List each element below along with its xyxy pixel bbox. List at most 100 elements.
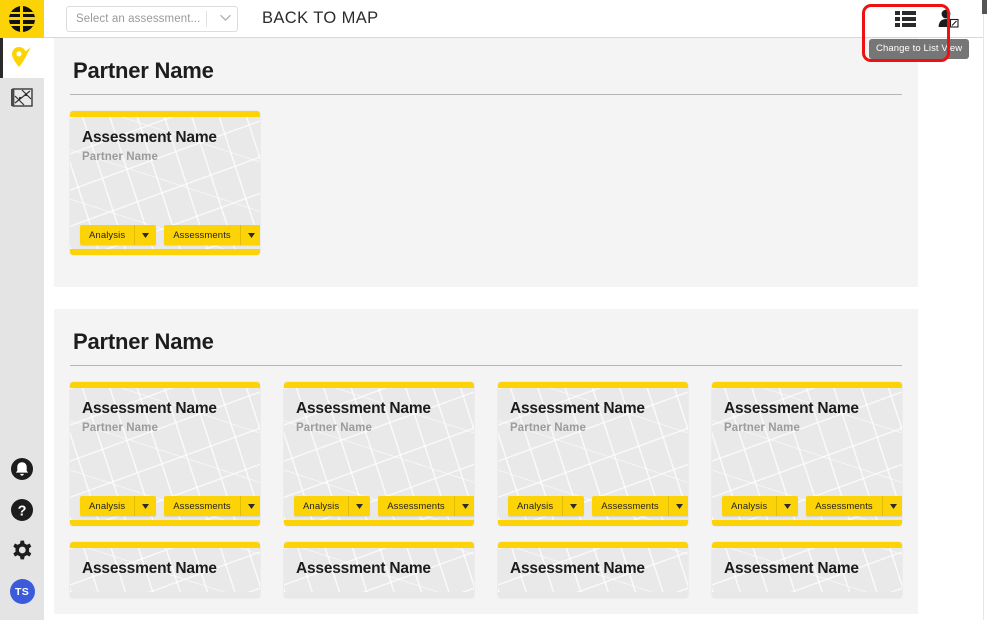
page-title: Partner Name	[73, 58, 214, 83]
sidebar-item-notifications[interactable]	[0, 448, 44, 489]
app-logo[interactable]	[0, 0, 44, 38]
gear-icon	[13, 540, 32, 559]
card-title: Assessment Name	[296, 400, 431, 417]
svg-text:?: ?	[18, 503, 27, 519]
analysis-label: Analysis	[517, 500, 554, 512]
analysis-label: Analysis	[731, 500, 768, 512]
card-actions: Analysis Assessments	[80, 225, 260, 245]
card-bottom-accent	[70, 249, 260, 255]
map-pin-icon	[12, 47, 31, 67]
card-title: Assessment Name	[82, 129, 217, 146]
card-body: Assessment Name	[70, 548, 260, 592]
card-body: Assessment Name	[284, 548, 474, 592]
list-view-icon[interactable]	[893, 8, 919, 30]
assessments-label: Assessments	[815, 500, 873, 512]
analysis-dropdown-button[interactable]: Analysis	[722, 496, 799, 516]
card-subtitle: Partner Name	[724, 422, 800, 435]
card-bottom-accent	[498, 520, 688, 526]
assessment-card[interactable]: Assessment Name	[712, 542, 902, 598]
assessments-label: Assessments	[601, 500, 659, 512]
partner-section-1: Partner Name Assessment Name Partner Nam…	[54, 38, 918, 287]
top-bar: Select an assessment... BACK TO MAP	[0, 0, 983, 38]
select-divider	[206, 10, 207, 27]
chevron-down-icon	[241, 232, 260, 238]
scrollbar-thumb[interactable]	[982, 0, 987, 14]
app-root: Select an assessment... BACK TO MAP Chan…	[0, 0, 990, 620]
card-subtitle: Partner Name	[296, 422, 372, 435]
list-view-tooltip: Change to List View	[869, 39, 970, 59]
card-actions: Analysis Assessments	[722, 496, 902, 516]
card-subtitle: Partner Name	[82, 422, 158, 435]
assessment-card[interactable]: Assessment Name Partner Name Analysis As…	[70, 111, 260, 255]
analysis-dropdown-button[interactable]: Analysis	[80, 496, 157, 516]
chevron-down-icon	[563, 503, 584, 509]
card-subtitle: Partner Name	[510, 422, 586, 435]
section-divider	[70, 365, 902, 366]
sidebar-item-map-pin[interactable]	[0, 38, 44, 78]
assessments-dropdown-button[interactable]: Assessments	[378, 496, 474, 516]
chevron-down-icon	[777, 503, 798, 509]
card-subtitle: Partner Name	[82, 151, 158, 164]
card-body: Assessment Name	[712, 548, 902, 592]
section-title: Partner Name	[73, 329, 214, 354]
user-account-icon[interactable]	[937, 8, 961, 30]
assessment-card[interactable]: Assessment Name	[70, 542, 260, 598]
card-title: Assessment Name	[82, 560, 217, 577]
assessment-card-grid-2: Assessment Name Partner Name Analysis As…	[70, 382, 902, 598]
card-title: Assessment Name	[510, 560, 645, 577]
assessment-select-placeholder: Select an assessment...	[76, 12, 201, 25]
section-divider	[70, 94, 902, 95]
assessments-label: Assessments	[173, 500, 231, 512]
chevron-down-icon	[220, 13, 231, 22]
help-icon: ?	[11, 498, 33, 521]
assessments-dropdown-button[interactable]: Assessments	[592, 496, 688, 516]
sidebar-item-user-avatar[interactable]: TS	[0, 571, 44, 612]
left-sidebar: ? TS	[0, 38, 44, 620]
sidebar-item-settings[interactable]	[0, 530, 44, 571]
chevron-down-icon	[349, 503, 370, 509]
assessments-dropdown-button[interactable]: Assessments	[164, 496, 260, 516]
assessment-select[interactable]: Select an assessment...	[66, 5, 238, 32]
analysis-label: Analysis	[303, 500, 340, 512]
assessment-card[interactable]: Assessment Name	[284, 542, 474, 598]
assessments-label: Assessments	[173, 229, 231, 241]
assessments-dropdown-button[interactable]: Assessments	[806, 496, 902, 516]
card-actions: Analysis Assessments	[508, 496, 688, 516]
scrollbar-track[interactable]	[983, 0, 984, 620]
chevron-down-icon	[455, 503, 474, 509]
partner-section-2: Partner Name Assessment Name Partner Nam…	[54, 309, 918, 614]
chevron-down-icon	[241, 503, 260, 509]
chevron-down-icon	[135, 232, 156, 238]
card-body: Assessment Name	[498, 548, 688, 592]
card-bottom-accent	[70, 520, 260, 526]
analysis-dropdown-button[interactable]: Analysis	[80, 225, 157, 245]
analysis-label: Analysis	[89, 500, 126, 512]
card-title: Assessment Name	[724, 400, 859, 417]
assessment-card[interactable]: Assessment Name Partner Name Analysis As…	[70, 382, 260, 526]
assessment-card[interactable]: Assessment Name Partner Name Analysis As…	[284, 382, 474, 526]
card-bottom-accent	[712, 520, 902, 526]
card-bottom-accent	[284, 520, 474, 526]
assessment-card[interactable]: Assessment Name	[498, 542, 688, 598]
chevron-down-icon	[669, 503, 688, 509]
top-bar-actions	[893, 8, 983, 30]
sidebar-bottom-group: ? TS	[0, 448, 44, 612]
card-title: Assessment Name	[82, 400, 217, 417]
analysis-dropdown-button[interactable]: Analysis	[294, 496, 371, 516]
card-title: Assessment Name	[296, 560, 431, 577]
sidebar-item-help[interactable]: ?	[0, 489, 44, 530]
assessment-card[interactable]: Assessment Name Partner Name Analysis As…	[498, 382, 688, 526]
map-sheet-icon	[11, 88, 33, 107]
card-actions: Analysis Assessments	[294, 496, 474, 516]
sidebar-item-map-sheet[interactable]	[0, 78, 44, 118]
back-to-map-link[interactable]: BACK TO MAP	[262, 9, 379, 28]
assessment-card[interactable]: Assessment Name Partner Name Analysis As…	[712, 382, 902, 526]
assessments-dropdown-button[interactable]: Assessments	[164, 225, 260, 245]
logo-emblem-icon	[9, 5, 35, 32]
chevron-down-icon	[135, 503, 156, 509]
bell-icon	[11, 457, 33, 480]
card-title: Assessment Name	[724, 560, 859, 577]
analysis-dropdown-button[interactable]: Analysis	[508, 496, 585, 516]
avatar: TS	[9, 579, 35, 604]
